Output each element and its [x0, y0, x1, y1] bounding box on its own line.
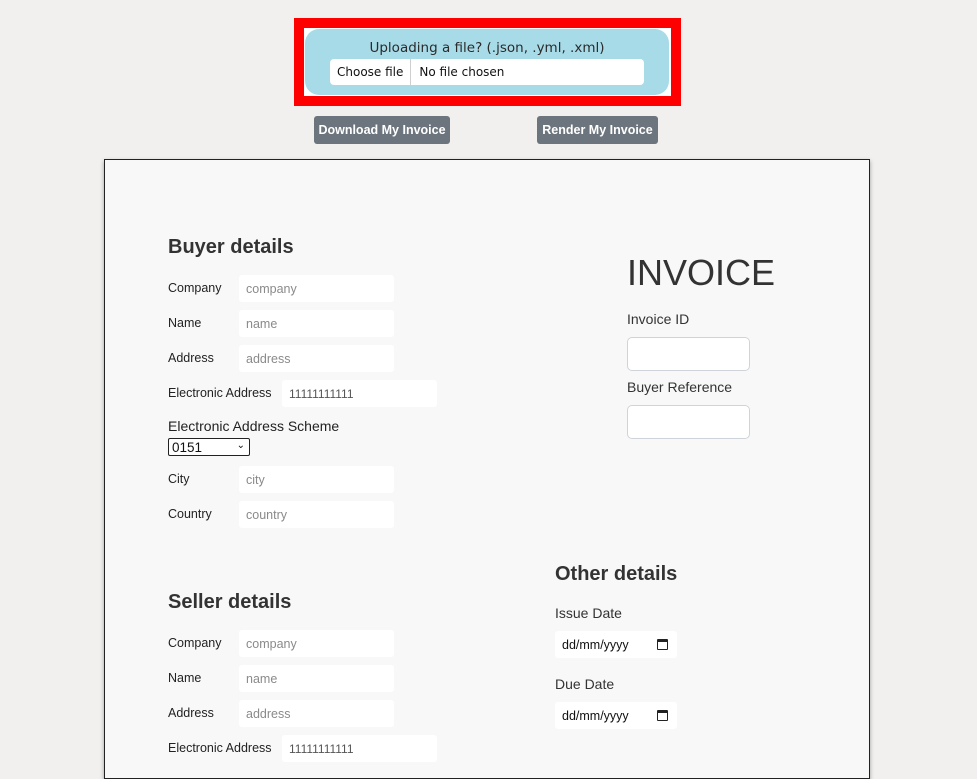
invoice-title: INVOICE [627, 252, 776, 293]
seller-eaddress-input[interactable]: 11111111111 [282, 735, 437, 762]
due-date-input[interactable]: dd/mm/yyyy [555, 702, 677, 729]
buyer-address-input[interactable]: address [239, 345, 394, 372]
invoice-paper: Buyer details Company company Name name … [104, 159, 870, 779]
seller-name-label: Name [168, 671, 202, 685]
choose-file-button[interactable]: Choose file [330, 59, 412, 85]
chevron-down-icon: ⌄ [236, 440, 245, 451]
buyer-country-label: Country [168, 507, 212, 521]
file-input[interactable]: Choose file No file chosen [330, 59, 644, 85]
issue-date-label: Issue Date [555, 605, 622, 621]
issue-date-value: dd/mm/yyyy [562, 637, 629, 652]
invoice-id-label: Invoice ID [627, 311, 690, 327]
buyer-company-label: Company [168, 281, 222, 295]
buyer-country-input[interactable]: country [239, 501, 394, 528]
buyer-name-label: Name [168, 316, 202, 330]
file-status: No file chosen [419, 65, 505, 79]
download-invoice-button[interactable]: Download My Invoice [314, 116, 450, 144]
render-invoice-button[interactable]: Render My Invoice [537, 116, 658, 144]
due-date-label: Due Date [555, 676, 615, 692]
scheme-value: 0151 [172, 439, 203, 455]
scheme-select[interactable]: 0151 ⌄ [168, 438, 250, 456]
scheme-label: Electronic Address Scheme [168, 418, 340, 434]
buyer-address-label: Address [168, 351, 214, 365]
seller-details-title: Seller details [168, 591, 292, 613]
buyer-name-input[interactable]: name [239, 310, 394, 337]
buyer-reference-input[interactable] [627, 405, 750, 439]
buyer-eaddress-label: Electronic Address [168, 386, 272, 400]
seller-address-label: Address [168, 706, 214, 720]
upload-title: Uploading a file? (.json, .yml, .xml) [369, 40, 605, 56]
invoice-id-input[interactable] [627, 337, 750, 371]
buyer-city-input[interactable]: city [239, 466, 394, 493]
issue-date-input[interactable]: dd/mm/yyyy [555, 631, 677, 658]
upload-panel: Uploading a file? (.json, .yml, .xml) Ch… [294, 18, 681, 106]
buyer-eaddress-input[interactable]: 11111111111 [282, 380, 437, 407]
due-date-value: dd/mm/yyyy [562, 708, 629, 723]
buyer-company-input[interactable]: company [239, 275, 394, 302]
calendar-icon[interactable] [657, 639, 668, 650]
other-details-title: Other details [555, 563, 678, 585]
seller-company-label: Company [168, 636, 222, 650]
seller-eaddress-label: Electronic Address [168, 741, 272, 755]
seller-name-input[interactable]: name [239, 665, 394, 692]
buyer-details-title: Buyer details [168, 236, 294, 258]
buyer-city-label: City [168, 472, 190, 486]
upload-inner: Uploading a file? (.json, .yml, .xml) Ch… [305, 29, 669, 95]
seller-address-input[interactable]: address [239, 700, 394, 727]
calendar-icon[interactable] [657, 710, 668, 721]
seller-company-input[interactable]: company [239, 630, 394, 657]
buyer-reference-label: Buyer Reference [627, 379, 733, 395]
